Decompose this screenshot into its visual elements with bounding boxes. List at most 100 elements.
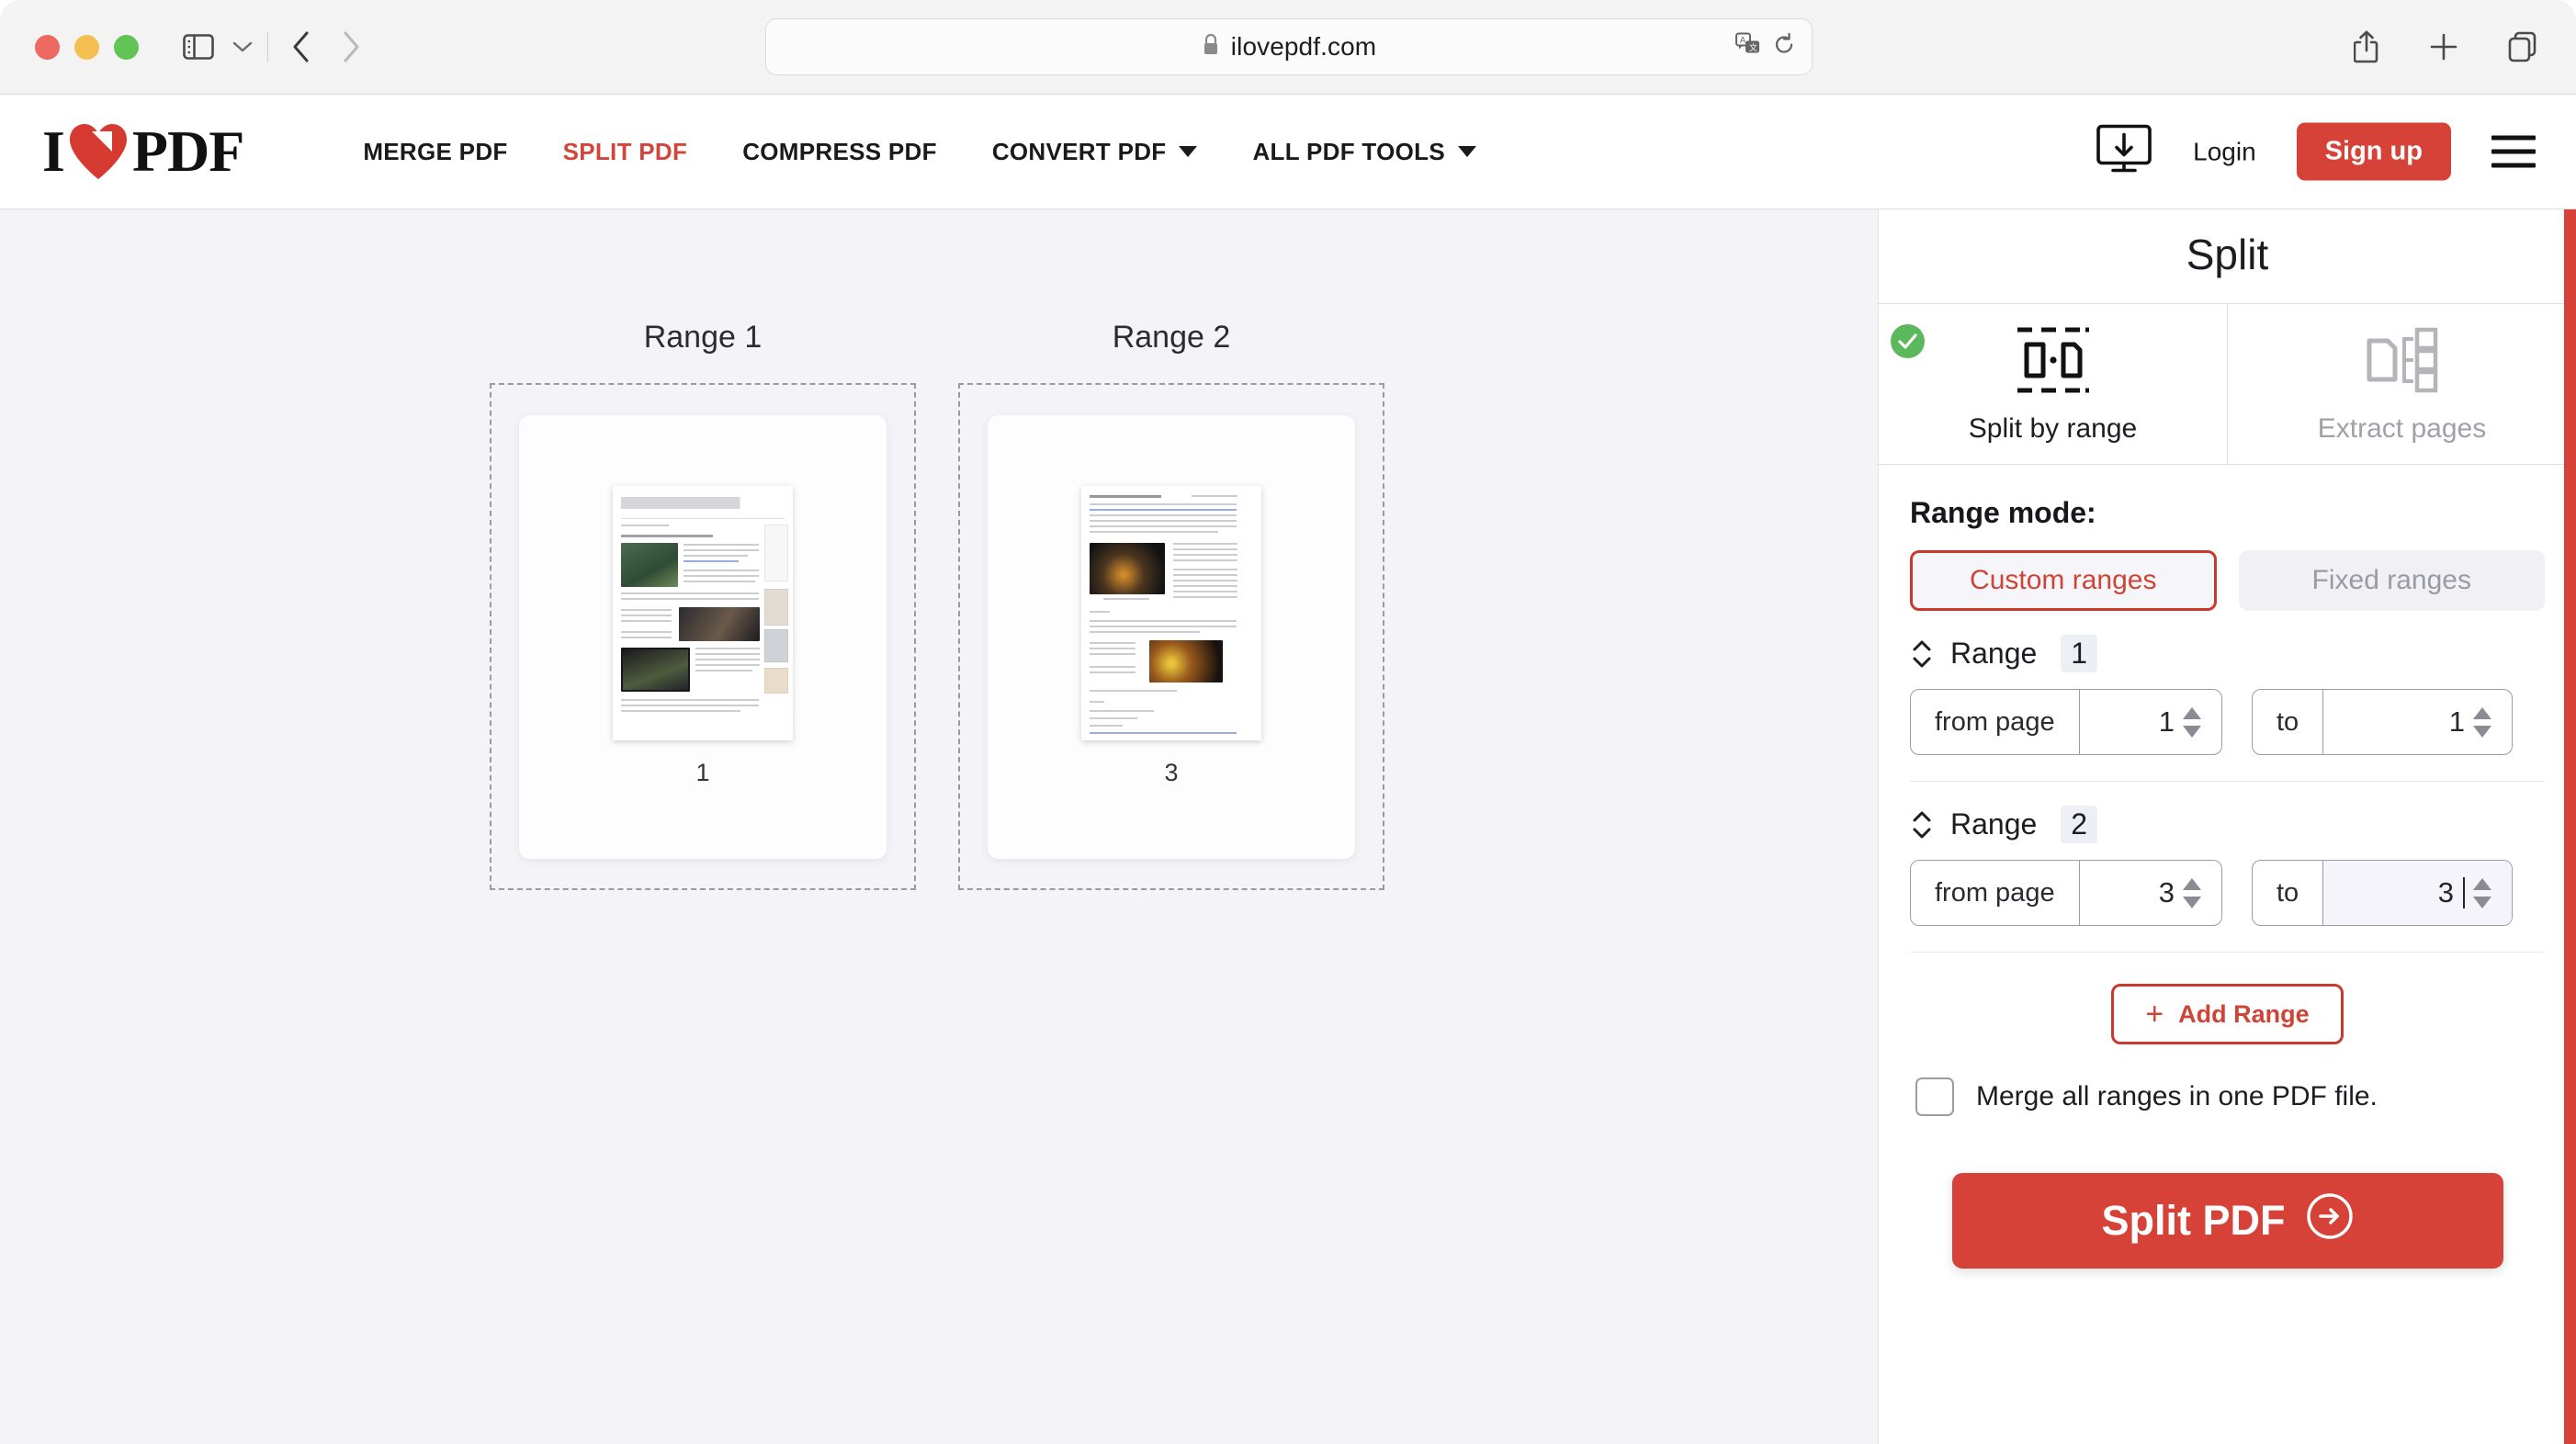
range-mode-label: Range mode:	[1910, 496, 2096, 529]
plus-icon[interactable]	[2429, 32, 2458, 62]
page-thumbnail	[613, 486, 793, 740]
from-page-field[interactable]: from page 1	[1910, 689, 2222, 755]
range-dropzone[interactable]: 1	[490, 383, 916, 890]
from-page-label: from page	[1911, 861, 2080, 925]
from-page-stepper[interactable]	[2183, 877, 2201, 908]
page-card[interactable]: 3	[988, 414, 1355, 859]
mode-button-label: Custom ranges	[1970, 565, 2157, 595]
back-arrow-icon[interactable]	[292, 31, 311, 62]
tabs-overview-icon[interactable]	[2508, 31, 2537, 62]
to-page-label: to	[2253, 861, 2324, 925]
to-page-stepper[interactable]	[2473, 706, 2491, 738]
desktop-download-icon[interactable]	[2096, 124, 2152, 180]
range-inputs: from page 1 to 1	[1910, 689, 2545, 755]
heart-icon	[68, 122, 129, 181]
nav-link-all-pdf-tools[interactable]: ALL PDF TOOLS	[1225, 138, 1504, 166]
split-by-range-icon	[2014, 324, 2093, 400]
from-page-stepper[interactable]	[2183, 706, 2201, 738]
range-label: Range	[1950, 807, 2038, 840]
nav-link-merge-pdf[interactable]: MERGE PDF	[335, 138, 535, 166]
from-page-input[interactable]: 1	[2080, 690, 2221, 754]
range-row: Range 1 from page 1 to 1	[1910, 611, 2545, 782]
page-thumbnail	[1081, 486, 1261, 740]
hamburger-bar	[2491, 135, 2536, 141]
range-mode-buttons: Custom ranges Fixed ranges	[1910, 550, 2545, 611]
reload-icon[interactable]	[1773, 32, 1795, 62]
split-pdf-button[interactable]: Split PDF	[1951, 1173, 2503, 1269]
to-page-value: 1	[2448, 705, 2465, 738]
extract-pages-icon	[2360, 324, 2445, 400]
stepper-down-icon[interactable]	[2183, 896, 2201, 908]
stepper-up-icon[interactable]	[2473, 877, 2491, 890]
to-page-field[interactable]: to 1	[2252, 689, 2513, 755]
split-options-sidebar: Split Split by range Extract pages Range…	[1879, 209, 2576, 1444]
browser-chrome: ilovepdf.com A 文	[0, 0, 2576, 95]
from-page-input[interactable]: 3	[2080, 861, 2221, 925]
nav-link-convert-pdf[interactable]: CONVERT PDF	[965, 138, 1226, 166]
to-page-field[interactable]: to 3	[2252, 860, 2513, 926]
tab-split-by-range[interactable]: Split by range	[1879, 304, 2227, 464]
range-inputs: from page 3 to 3	[1910, 860, 2545, 926]
translate-icon[interactable]: A 文	[1735, 32, 1761, 62]
stepper-down-icon[interactable]	[2473, 896, 2491, 908]
share-icon[interactable]	[2354, 30, 2379, 63]
drag-handle-icon[interactable]	[1910, 809, 1934, 840]
login-link[interactable]: Login	[2193, 137, 2256, 166]
range-header: Range 1	[1910, 635, 2545, 672]
signup-button[interactable]: Sign up	[2296, 122, 2451, 181]
logo-letter-i: I	[42, 118, 65, 184]
hamburger-menu-icon[interactable]	[2491, 135, 2536, 168]
logo-letters-pdf: PDF	[131, 118, 244, 184]
from-page-label: from page	[1911, 690, 2080, 754]
stepper-up-icon[interactable]	[2183, 877, 2201, 890]
range-preview-title: Range 1	[643, 320, 763, 355]
close-window-button[interactable]	[35, 34, 60, 60]
zoom-window-button[interactable]	[114, 34, 139, 60]
stepper-up-icon[interactable]	[2183, 706, 2201, 719]
to-page-input[interactable]: 1	[2323, 690, 2512, 754]
mode-button-label: Fixed ranges	[2311, 565, 2471, 595]
sidebar-toggle-icon[interactable]	[183, 34, 214, 60]
to-page-stepper[interactable]	[2473, 877, 2491, 908]
from-page-field[interactable]: from page 3	[1910, 860, 2222, 926]
forward-arrow-icon[interactable]	[342, 31, 360, 62]
mode-button-fixed-ranges[interactable]: Fixed ranges	[2238, 550, 2545, 611]
mode-button-custom-ranges[interactable]: Custom ranges	[1910, 550, 2217, 611]
navigation-arrows	[292, 31, 360, 62]
nav-link-split-pdf[interactable]: SPLIT PDF	[536, 138, 716, 166]
ilovepdf-logo[interactable]: I PDF	[42, 118, 244, 186]
add-range-button[interactable]: + Add Range	[2111, 984, 2344, 1044]
sidebar-scrollbar[interactable]	[2564, 209, 2576, 1444]
tab-extract-pages[interactable]: Extract pages	[2227, 304, 2576, 464]
minimize-window-button[interactable]	[74, 34, 99, 60]
drag-handle-icon[interactable]	[1910, 638, 1934, 670]
nav-link-label: ALL PDF TOOLS	[1252, 137, 1445, 165]
nav-link-label: MERGE PDF	[363, 137, 508, 165]
stepper-down-icon[interactable]	[2473, 725, 2491, 738]
from-page-value: 3	[2158, 876, 2175, 908]
workspace-preview-area: Range 1 1 Range 2 3	[0, 209, 1879, 1444]
nav-link-label: COMPRESS PDF	[742, 137, 937, 165]
nav-link-compress-pdf[interactable]: COMPRESS PDF	[715, 138, 965, 166]
tool-tab-label: Extract pages	[2317, 412, 2487, 444]
range-dropzone[interactable]: 3	[958, 383, 1384, 890]
page-card[interactable]: 1	[519, 414, 887, 859]
range-row: Range 2 from page 3 to 3	[1910, 782, 2545, 953]
stepper-down-icon[interactable]	[2183, 725, 2201, 738]
range-header: Range 2	[1910, 806, 2545, 843]
chevron-down-icon[interactable]	[232, 40, 253, 53]
url-bar[interactable]: ilovepdf.com A 文	[765, 18, 1813, 75]
range-preview-1: Range 1 1	[490, 320, 916, 890]
merge-all-ranges-checkbox[interactable]	[1915, 1077, 1954, 1116]
range-preview-2: Range 2 3	[958, 320, 1384, 890]
tool-tabs: Split by range Extract pages	[1879, 303, 2576, 465]
hamburger-bar	[2491, 149, 2536, 154]
to-page-input[interactable]: 3	[2323, 861, 2512, 925]
nav-right-actions: Login Sign up	[2096, 122, 2536, 181]
page-number-label: 1	[695, 759, 710, 786]
range-index-badge: 1	[2061, 635, 2098, 672]
add-range-area: + Add Range	[1910, 953, 2545, 1044]
stepper-up-icon[interactable]	[2473, 706, 2491, 719]
url-bar-icons: A 文	[1735, 32, 1795, 62]
chrome-right-actions	[2354, 30, 2537, 63]
